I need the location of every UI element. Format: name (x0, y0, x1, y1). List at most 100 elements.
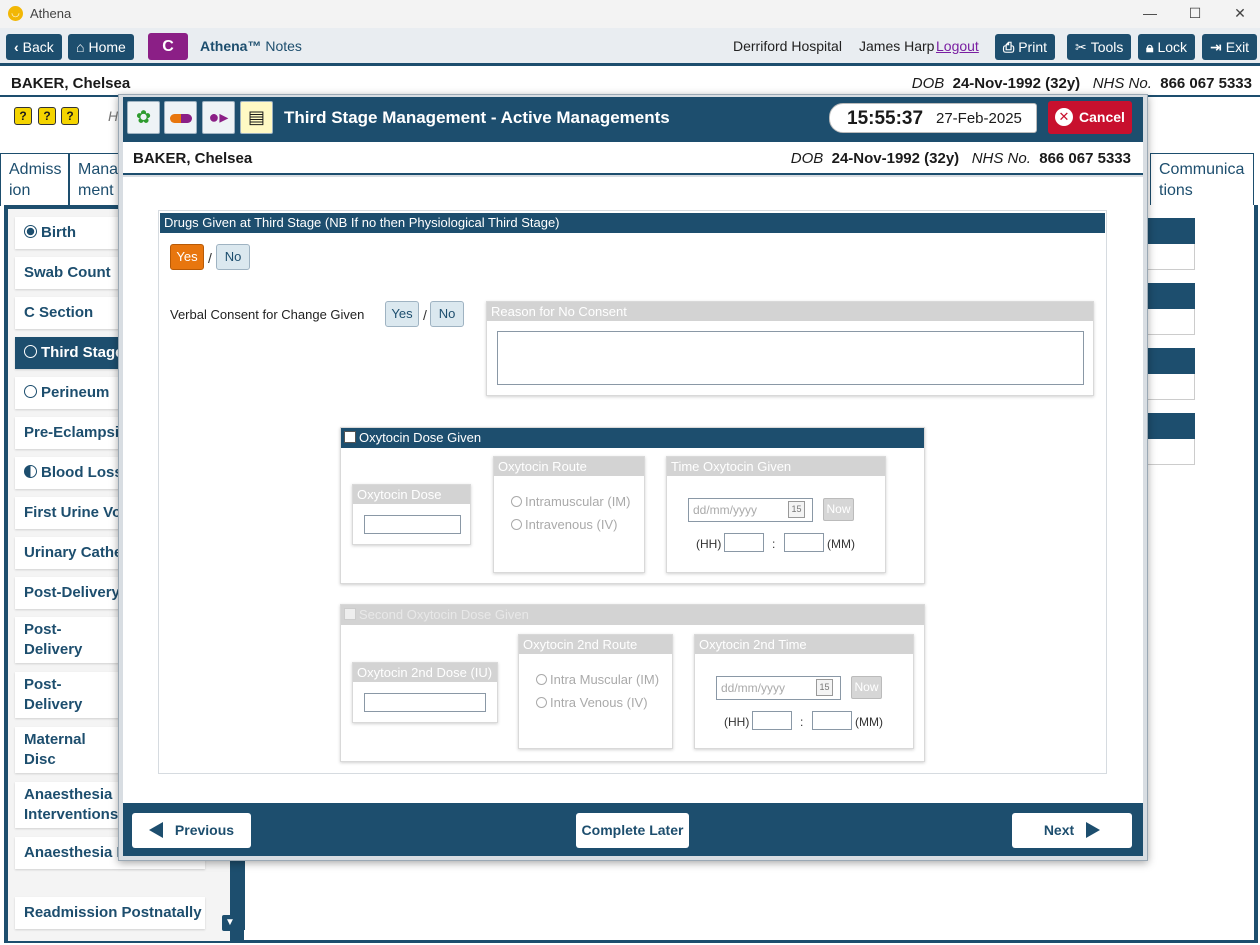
user-name: James Harp (859, 38, 935, 54)
oxytocin-dose-iu-header: Oxytocin Dose (IU) (353, 485, 470, 521)
oxytocin-dose-given-checkbox[interactable] (344, 431, 356, 443)
status-partial-icon (24, 465, 37, 478)
now-button[interactable]: Now (823, 498, 854, 521)
c-button[interactable]: C (148, 33, 188, 60)
hh-label: (HH) (696, 537, 722, 551)
notepad-icon[interactable]: ▤ (240, 101, 273, 134)
bg-section-body (1140, 309, 1195, 335)
athena-app-icon: ◡ (8, 6, 23, 21)
nav-item-label: Anaesthesia Interventions (24, 786, 119, 823)
nav-item-label: Birth (41, 224, 76, 241)
next-button[interactable]: Next (1012, 813, 1132, 848)
home-label: Home (88, 39, 126, 55)
previous-label: Previous (174, 822, 235, 838)
nav-item-label: Readmission Postnatally (24, 904, 202, 921)
alert-list-icon[interactable]: ? (14, 107, 32, 125)
route-iv-label: Intravenous (IV) (525, 517, 618, 532)
radio-icon (536, 697, 547, 708)
minute2-input[interactable] (812, 711, 852, 730)
clover-icon[interactable]: ✿ (127, 101, 160, 134)
hour-input[interactable] (724, 533, 764, 552)
bg-section-body (1140, 439, 1195, 465)
patient-name: BAKER, Chelsea (11, 75, 131, 92)
logout-link[interactable]: Logout (936, 38, 979, 54)
medication-icon[interactable] (164, 101, 197, 134)
tab-communications[interactable]: Communica tions (1150, 153, 1254, 206)
nav-item-maternal-discharge-summary[interactable]: Maternal Disc Summary (15, 727, 120, 773)
exit-button[interactable]: ⇥ Exit (1202, 34, 1258, 60)
colon: : (772, 537, 776, 551)
time-oxytocin-given-group: Time Oxytocin Given dd/mm/yyyy 15 Now (H… (666, 456, 886, 573)
nav-item-anaesthesia-interventions[interactable]: Anaesthesia Interventions (15, 782, 120, 828)
status-empty-icon (24, 385, 37, 398)
hour2-input[interactable] (752, 711, 792, 730)
second-dose-label: Second Oxytocin Dose Given (359, 607, 529, 622)
nav-item-label: Maternal Disc Summary (24, 731, 92, 773)
oxytocin-dose-iu-group: Oxytocin Dose (IU) (352, 484, 471, 545)
current-date: 27-Feb-2025 (936, 110, 1022, 127)
home-button[interactable]: ⌂ Home (68, 34, 134, 60)
oxytocin-2nd-time-header: Oxytocin 2nd Time (695, 635, 913, 654)
radio-icon (536, 674, 547, 685)
dob-value: 24-Nov-1992 (32y) (952, 75, 1081, 92)
close-window-icon[interactable]: ✕ (1230, 4, 1250, 24)
lock-button[interactable]: 🔒︎ Lock (1138, 34, 1196, 60)
chevron-left-icon: ‹ (14, 39, 19, 55)
verbal-consent-no-button[interactable]: No (430, 301, 464, 327)
tab-management[interactable]: Mana ment (69, 153, 125, 206)
route-im-option[interactable]: Intramuscular (IM) (511, 494, 630, 509)
route-iv-option[interactable]: Intravenous (IV) (511, 517, 618, 532)
second-dose-checkbox[interactable] (344, 608, 356, 620)
verbal-consent-label: Verbal Consent for Change Given (170, 307, 365, 322)
status-empty-icon (24, 345, 37, 358)
radio-icon (511, 519, 522, 530)
back-button[interactable]: ‹ Back (6, 34, 62, 60)
calendar-icon[interactable]: 15 (788, 501, 805, 518)
dob-label: DOB (911, 75, 945, 92)
lock-icon: 🔒︎ (1146, 39, 1154, 55)
nav-item-post-delivery-assessments[interactable]: Post-Delivery Assessments (15, 672, 120, 718)
patient-identifiers: DOB 24-Nov-1992 (32y) NHS No. 866 067 53… (912, 75, 1252, 92)
chevron-down-icon[interactable]: ▼ (222, 915, 238, 931)
drugs-given-yes-button[interactable]: Yes (170, 244, 204, 270)
help-icon[interactable]: ? (38, 107, 56, 125)
status-complete-icon (24, 225, 37, 238)
route-im-label: Intramuscular (IM) (525, 494, 631, 509)
maximize-icon[interactable]: ☐ (1185, 4, 1205, 24)
minute-input[interactable] (784, 533, 824, 552)
reason-no-consent-header: Reason for No Consent (487, 302, 1093, 321)
route2-im-option[interactable]: Intra Muscular (IM) (536, 672, 659, 687)
window-title: Athena (30, 6, 72, 21)
cancel-button[interactable]: ✕ Cancel (1048, 101, 1132, 134)
minimize-icon[interactable]: — (1140, 4, 1160, 24)
reason-no-consent-textarea[interactable] (497, 331, 1084, 385)
person-arrow-icon[interactable]: ●▸ (202, 101, 235, 134)
tab-admission[interactable]: Admiss ion (0, 153, 69, 206)
nav-item-label: Post-Delivery Assessments (24, 676, 120, 718)
drugs-given-no-button[interactable]: No (216, 244, 250, 270)
complete-later-button[interactable]: Complete Later (576, 813, 689, 848)
nav-item-readmission-postnatally[interactable]: Readmission Postnatally (15, 897, 205, 929)
bg-section-header (1140, 348, 1195, 374)
query-icon[interactable]: ? (61, 107, 79, 125)
lock-label: Lock (1157, 39, 1188, 55)
nhs-value: 866 067 5333 (1160, 75, 1252, 92)
oxytocin-dose-iu-input[interactable] (364, 515, 461, 534)
verbal-consent-yes-button[interactable]: Yes (385, 301, 419, 327)
oxytocin-route-group: Oxytocin Route Intramuscular (IM) Intrav… (493, 456, 645, 573)
route2-iv-option[interactable]: Intra Venous (IV) (536, 695, 648, 710)
reason-no-consent-group: Reason for No Consent (486, 301, 1094, 396)
app-name: Athena™ (200, 38, 262, 54)
oxytocin-2nd-dose-input[interactable] (364, 693, 486, 712)
previous-button[interactable]: Previous (132, 813, 251, 848)
calendar-icon[interactable]: 15 (816, 679, 833, 696)
nav-item-post-delivery-notes[interactable]: Post-Delivery Notes (15, 617, 120, 663)
print-button[interactable]: ⎙ Print (995, 34, 1055, 60)
now-button[interactable]: Now (851, 676, 882, 699)
clock-display: 15:55:37 27-Feb-2025 (829, 103, 1037, 133)
bg-section-body (1140, 244, 1195, 270)
oxytocin-dose-given-header: Oxytocin Dose Given (341, 428, 924, 448)
second-oxytocin-header: Second Oxytocin Dose Given (341, 605, 924, 625)
tools-button[interactable]: ✂ Tools (1067, 34, 1132, 60)
hh-label: (HH) (724, 715, 750, 729)
